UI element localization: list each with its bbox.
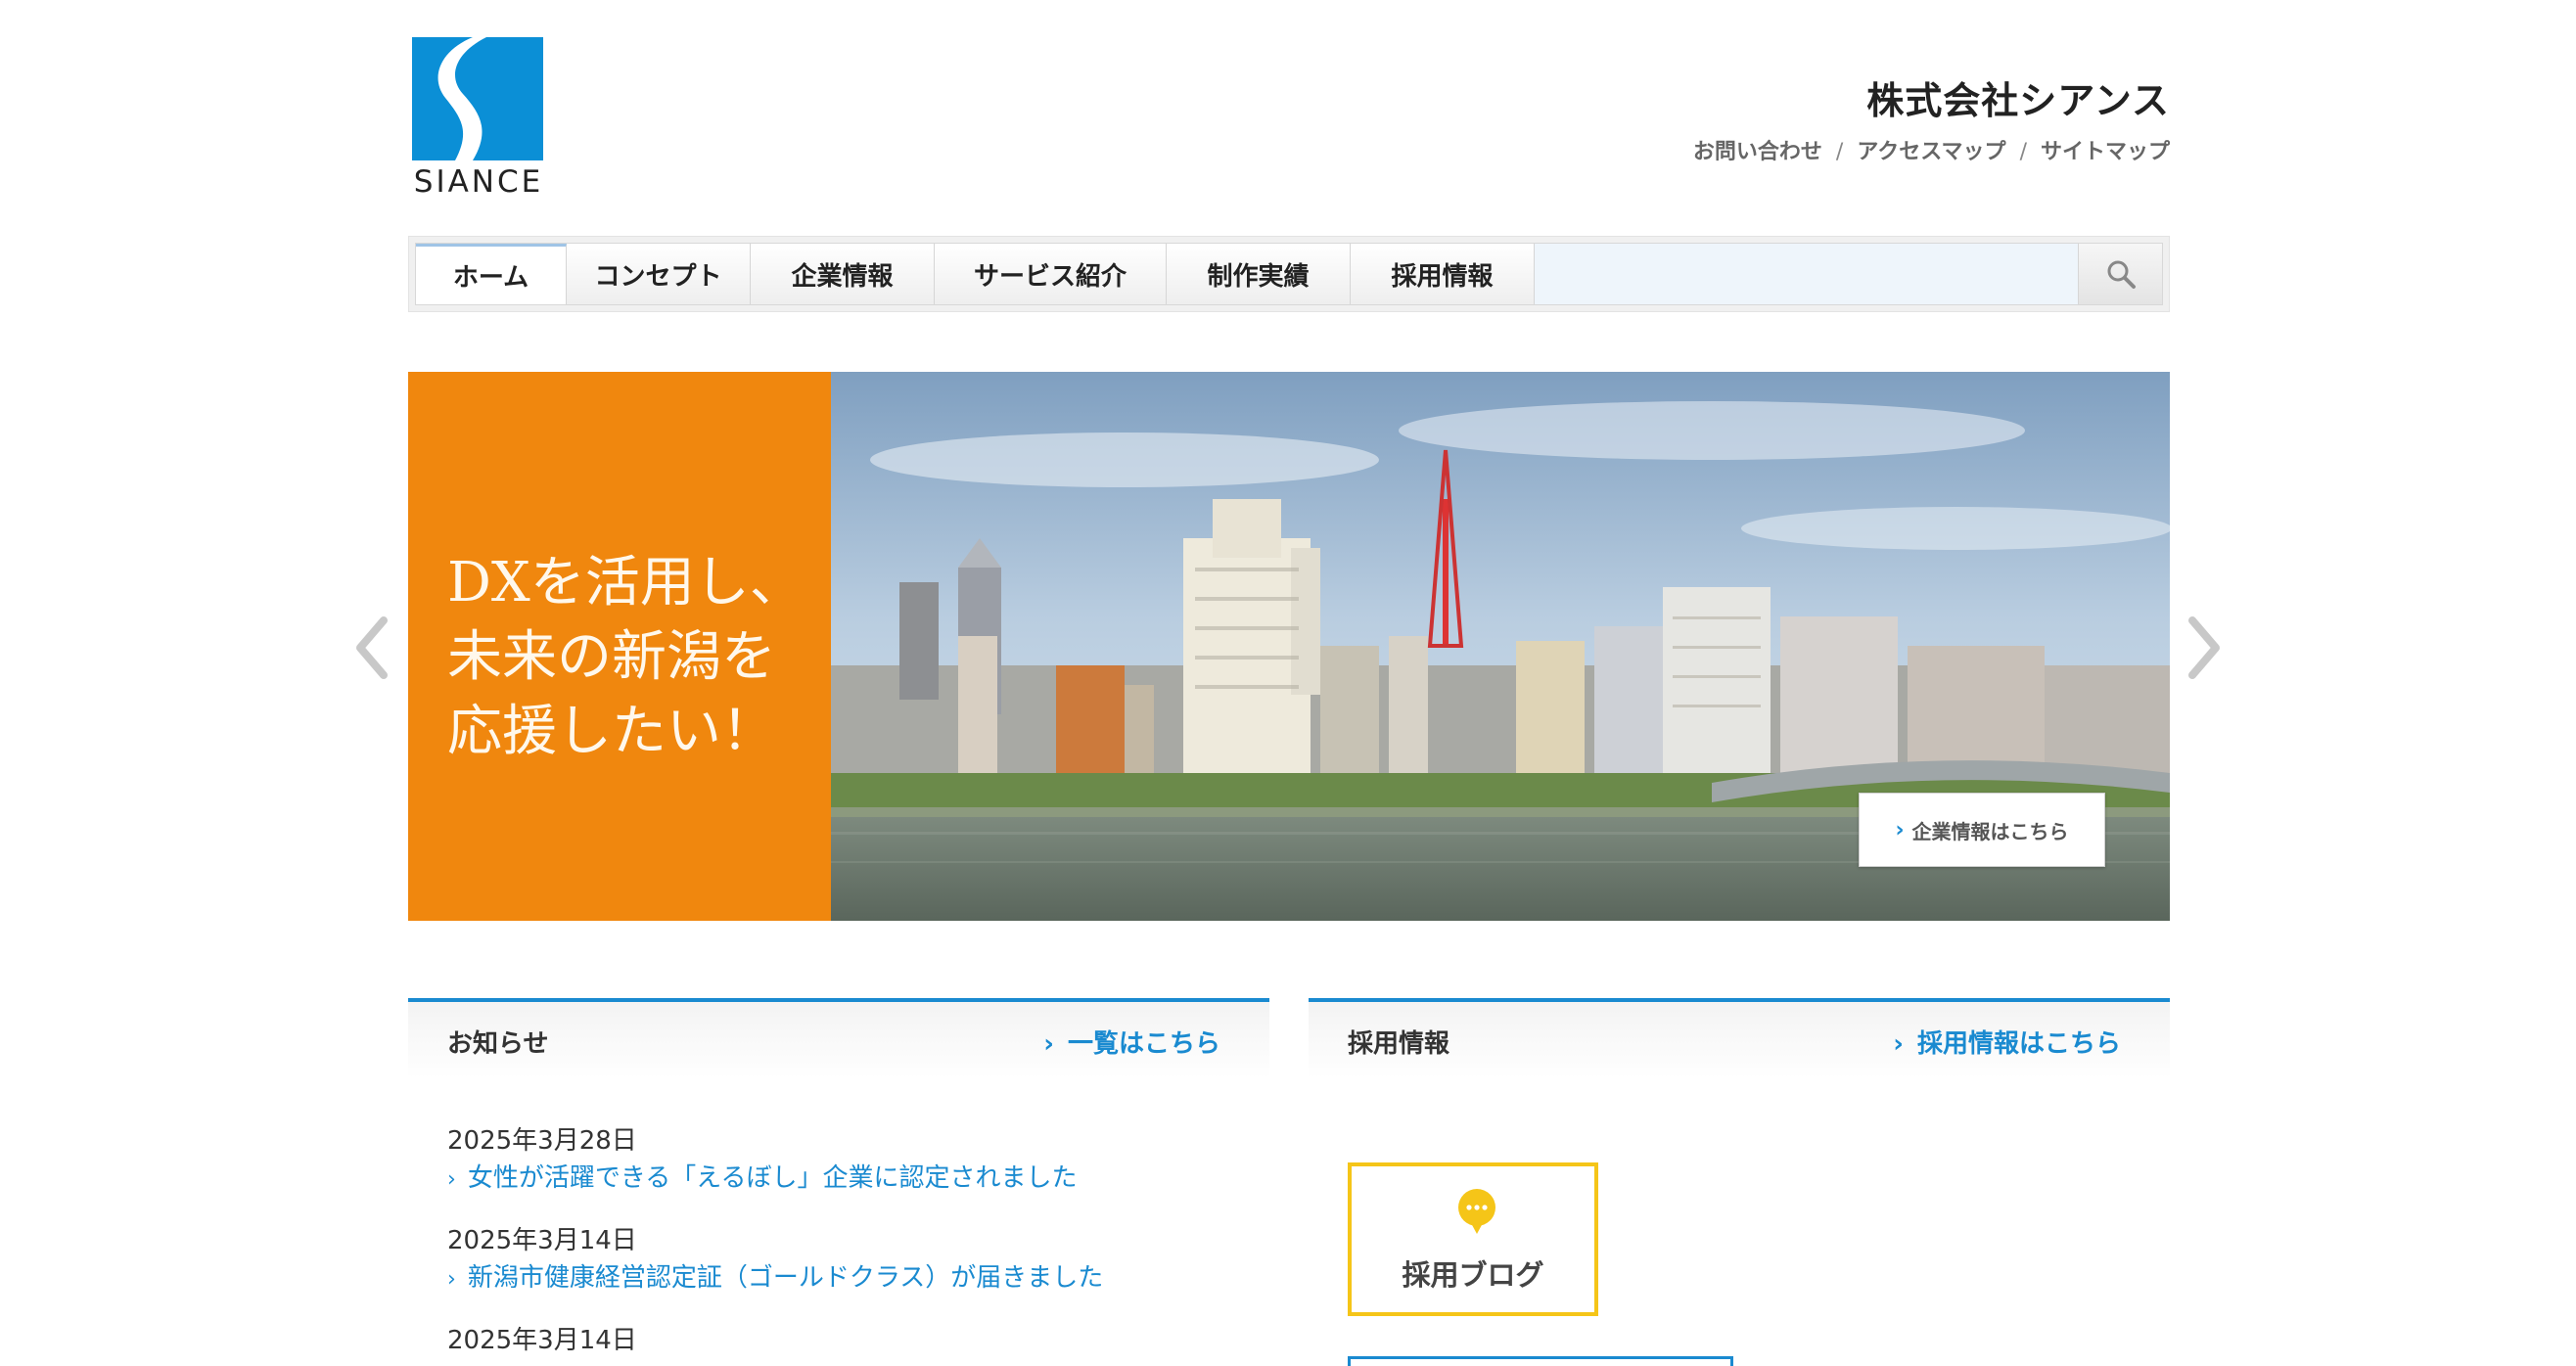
search-icon <box>2107 260 2136 289</box>
company-name: 株式会社シアンス <box>1866 79 2170 122</box>
logo-mark <box>412 37 543 160</box>
hero-headline-line: DXを活用し、 <box>447 551 805 615</box>
news-date: 2025年3月28日 <box>447 1126 637 1156</box>
tab-works[interactable]: 制作実績 <box>1167 244 1351 304</box>
chevron-right-icon: › <box>1043 1029 1054 1059</box>
hero-slider: DXを活用し、 未来の新潟を 応援したい！ › 企業情報はこちら <box>408 372 2170 921</box>
blog-label: 採用ブログ <box>1402 1258 1544 1292</box>
search-button[interactable] <box>2078 244 2162 304</box>
news-item-link[interactable]: › 女性が活躍できる「えるぼし」企業に認定されました <box>447 1161 1250 1221</box>
news-panel-header: お知らせ › 一覧はこちら <box>408 998 1269 1078</box>
tab-concept[interactable]: コンセプト <box>567 244 751 304</box>
speech-bubble-icon <box>1458 1189 1495 1234</box>
chevron-right-icon: › <box>1895 817 1905 842</box>
chevron-right-icon: › <box>1893 1029 1904 1059</box>
hero-headline-line: 応援したい！ <box>447 700 776 763</box>
recruit-banner[interactable] <box>1348 1356 1733 1366</box>
news-item-title: 女性が活躍できる「えるぼし」企業に認定されました <box>467 1163 1078 1193</box>
access-map-link[interactable]: アクセスマップ <box>1857 140 2005 164</box>
news-title: お知らせ <box>447 1029 549 1059</box>
news-date: 2025年3月14日 <box>447 1326 637 1355</box>
news-date: 2025年3月14日 <box>447 1226 637 1255</box>
cta-label: 企業情報はこちら <box>1911 819 2069 843</box>
utility-nav: お問い合わせ / アクセスマップ / サイトマップ <box>1693 134 2170 165</box>
contact-link[interactable]: お問い合わせ <box>1693 140 1822 164</box>
chevron-right-icon: › <box>447 1267 456 1292</box>
hero-text-panel: DXを活用し、 未来の新潟を 応援したい！ <box>408 372 831 921</box>
news-item-link[interactable]: › 新潟市健康経営認定証（ゴールドクラス）が届きました <box>447 1260 1250 1321</box>
tab-services[interactable]: サービス紹介 <box>935 244 1167 304</box>
global-nav: ホーム コンセプト 企業情報 サービス紹介 制作実績 採用情報 <box>408 236 2170 312</box>
chevron-right-icon: › <box>447 1167 456 1192</box>
hero-headline-line: 未来の新潟を <box>447 625 776 689</box>
tab-recruit[interactable]: 採用情報 <box>1351 244 1535 304</box>
page: SIANCE 株式会社シアンス お問い合わせ / アクセスマップ / サイトマップ ホー… <box>0 0 2576 1366</box>
recruit-blog-button[interactable]: 採用ブログ <box>1348 1162 1598 1316</box>
news-list: 2025年3月28日 › 女性が活躍できる「えるぼし」企業に認定されました 202… <box>447 1121 1250 1360</box>
recruit-more-link[interactable]: › 採用情報はこちら <box>1893 1024 2121 1060</box>
news-more-link[interactable]: › 一覧はこちら <box>1043 1024 1220 1060</box>
utility-separator: / <box>1835 140 1844 164</box>
sitemap-link[interactable]: サイトマップ <box>2041 140 2170 164</box>
recruit-panel-header: 採用情報 › 採用情報はこちら <box>1309 998 2170 1078</box>
global-nav-inner: ホーム コンセプト 企業情報 サービス紹介 制作実績 採用情報 <box>415 243 2163 305</box>
company-info-cta-button[interactable]: › 企業情報はこちら <box>1859 793 2105 867</box>
news-more-label: 一覧はこちら <box>1067 1029 1220 1059</box>
recruit-more-label: 採用情報はこちら <box>1916 1029 2121 1059</box>
tab-company-info[interactable]: 企業情報 <box>751 244 935 304</box>
search-input[interactable] <box>1535 244 2078 304</box>
chevron-left-icon[interactable] <box>348 609 397 687</box>
tab-home[interactable]: ホーム <box>416 244 567 304</box>
utility-separator: / <box>2019 140 2027 164</box>
recruit-title: 採用情報 <box>1348 1029 1450 1059</box>
hero-headline: DXを活用し、 未来の新潟を 応援したい！ <box>447 546 819 769</box>
news-item-title: 新潟市健康経営認定証（ゴールドクラス）が届きました <box>467 1263 1104 1293</box>
chevron-right-icon[interactable] <box>2179 609 2228 687</box>
logo-text: SIANCE <box>413 164 544 200</box>
site-logo[interactable]: SIANCE <box>408 37 549 202</box>
